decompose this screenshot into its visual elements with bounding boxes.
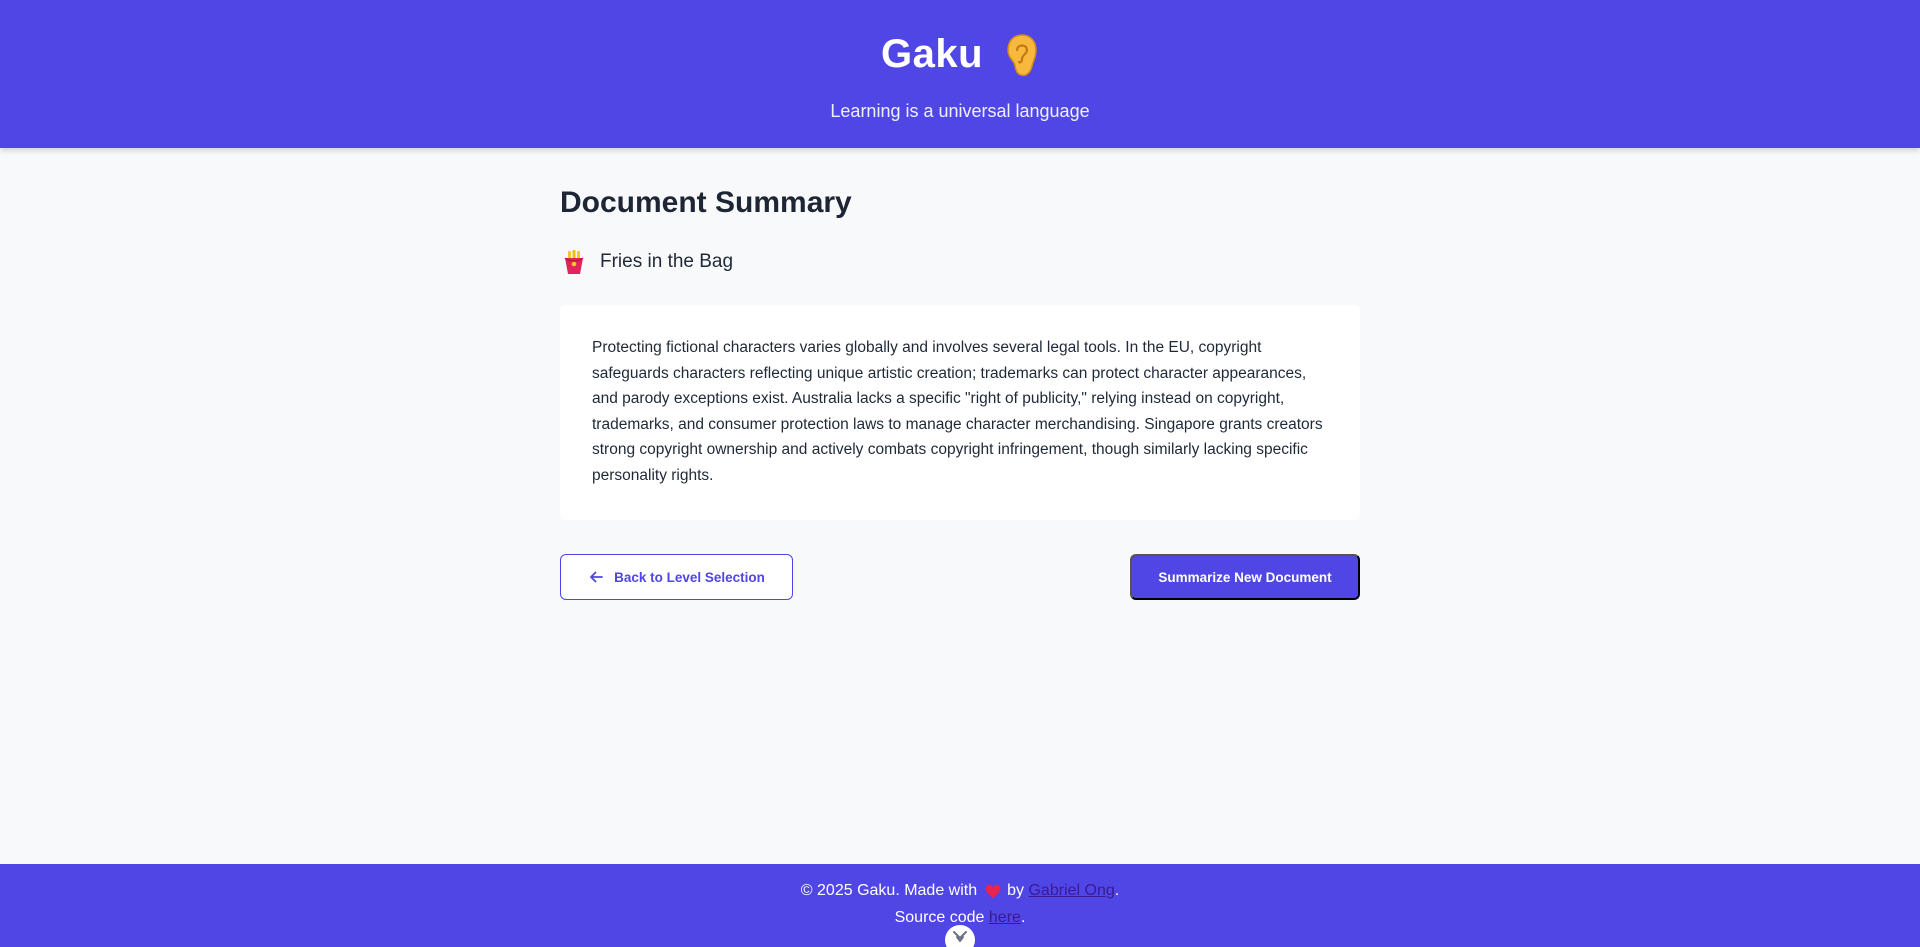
back-to-level-selection-button[interactable]: Back to Level Selection (560, 554, 793, 600)
source-code-label: Source code (894, 909, 985, 926)
footer-credits: © 2025 Gaku. Made with by Gabriel Ong. (0, 882, 1920, 900)
ear-icon (1005, 33, 1039, 77)
arrow-left-icon (588, 569, 604, 585)
header-title-row: Gaku (0, 32, 1920, 77)
footer-toggle-button[interactable] (945, 925, 975, 947)
app-title: Gaku (880, 32, 984, 76)
new-document-button-label: Summarize New Document (1158, 569, 1332, 585)
level-label: Fries in the Bag (600, 251, 734, 272)
site-header: Gaku Learning is a universal language (0, 0, 1920, 148)
summarize-new-document-button[interactable]: Summarize New Document (1130, 554, 1360, 600)
heart-icon (985, 884, 1001, 899)
app-subtitle: Learning is a universal language (830, 101, 1090, 121)
page-title: Document Summary (560, 186, 852, 219)
footer-period: . (1114, 882, 1120, 899)
summary-text: Protecting fictional characters varies g… (592, 339, 1323, 484)
author-link[interactable]: Gabriel Ong (1028, 882, 1114, 900)
summary-card: Protecting fictional characters varies g… (560, 305, 1360, 520)
back-button-label: Back to Level Selection (614, 569, 765, 585)
footer-copyright: © 2025 Gaku. Made with (800, 882, 978, 899)
selected-level: Fries in the Bag (560, 248, 733, 276)
footer-by: by (1007, 882, 1025, 899)
source-code-link[interactable]: here (989, 909, 1021, 926)
fries-icon (560, 248, 588, 276)
footer-source-period: . (1020, 909, 1026, 926)
chevron-down-icon (953, 931, 967, 942)
